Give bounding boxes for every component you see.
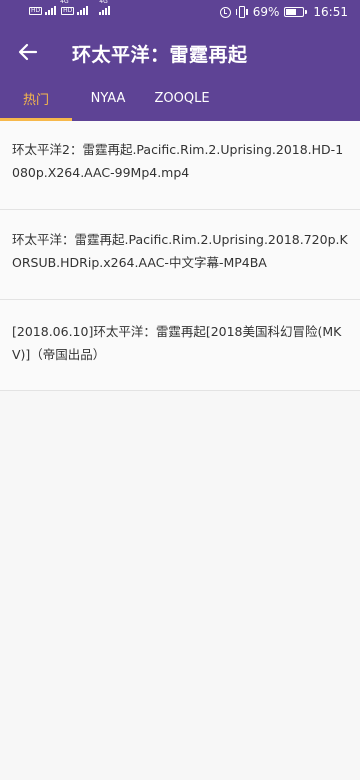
app-header: HD HD 4G 4G 69% 16:51 环太平洋：雷霆再起 热门 NYAA … [0,0,360,121]
tab-zooqle[interactable]: ZOOQLE [144,76,220,121]
clock: 16:51 [313,5,348,19]
list-item[interactable]: [2018.06.10]环太平洋：雷霆再起[2018美国科幻冒险(MKV)]（帝… [0,300,360,391]
back-button[interactable] [10,34,46,70]
page-title: 环太平洋：雷霆再起 [72,44,248,66]
signal-group: HD HD 4G 4G [29,0,111,15]
arrow-left-icon [18,43,38,61]
status-right: 69% 16:51 [219,5,348,19]
network-type-label: 4G [99,0,108,5]
tab-hot[interactable]: 热门 [0,76,72,121]
battery-icon [284,7,308,17]
toolbar: 环太平洋：雷霆再起 [0,28,360,76]
alarm-icon [219,6,231,18]
tab-nyaa[interactable]: NYAA [72,76,144,121]
vibrate-icon [235,6,248,18]
list-item[interactable]: 环太平洋2：雷霆再起.Pacific.Rim.2.Uprising.2018.H… [0,121,360,210]
tab-bar: 热门 NYAA ZOOQLE [0,76,360,121]
list-item[interactable]: 环太平洋：雷霆再起.Pacific.Rim.2.Uprising.2018.72… [0,210,360,300]
signal-1: HD [29,6,57,15]
battery-percent: 69% [252,5,280,19]
status-bar: HD HD 4G 4G 69% 16:51 [0,0,360,28]
signal-2: HD 4G [60,0,89,15]
signal-3: 4G [99,0,111,15]
network-type-label: 4G [60,0,69,5]
hd-badge: HD [29,7,43,15]
hd-badge: HD [61,7,75,15]
result-list: 环太平洋2：雷霆再起.Pacific.Rim.2.Uprising.2018.H… [0,121,360,391]
